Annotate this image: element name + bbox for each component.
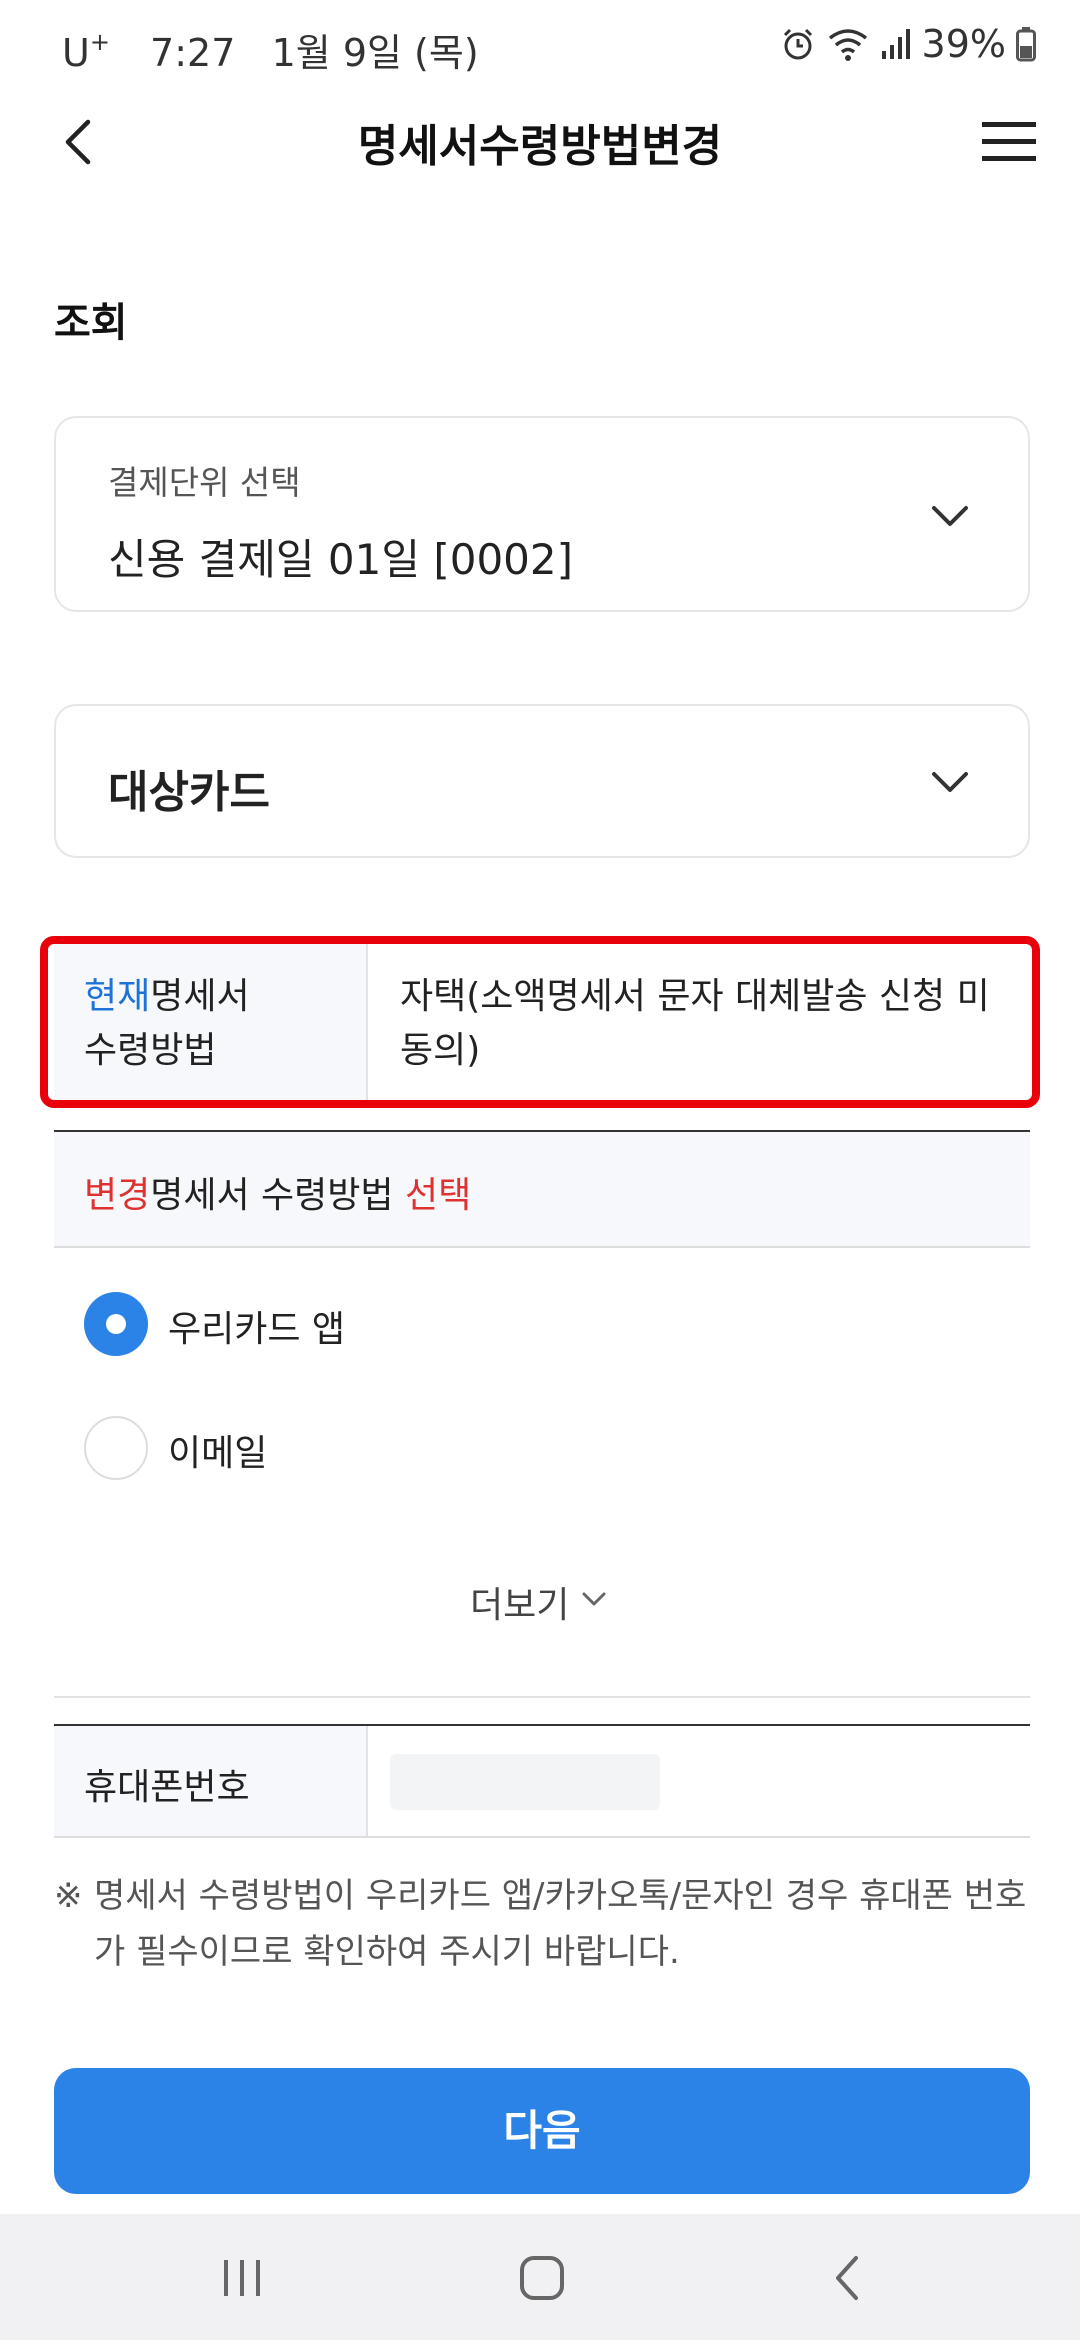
- target-card-value: 대상카드: [108, 767, 270, 818]
- current-highlight: 현재: [84, 976, 151, 1017]
- menu-button[interactable]: [978, 114, 1040, 170]
- back-icon: [836, 2256, 858, 2300]
- phone-row: 휴대폰번호: [54, 1724, 1030, 1838]
- page: U+ 7:27 1월 9일 (목) 39% 명세서수령방법변경 조회 결제단위 …: [0, 0, 1080, 2340]
- phone-label: 휴대폰번호: [54, 1726, 368, 1836]
- home-icon: [520, 2256, 564, 2300]
- divider: [54, 1696, 1030, 1698]
- current-method-header: 현재명세서 수령방법: [54, 944, 368, 1106]
- radio-option-email[interactable]: 이메일: [84, 1414, 684, 1484]
- notice-text: 명세서 수령방법이 우리카드 앱/카카오톡/문자인 경우 휴대폰 번호가 필수이…: [94, 1876, 1027, 1972]
- chevron-down-icon: [932, 772, 968, 792]
- next-button[interactable]: 다음: [54, 2068, 1030, 2194]
- recent-apps-icon: [224, 2260, 260, 2296]
- more-button[interactable]: 더보기: [440, 1570, 640, 1626]
- radio-option-woori-app[interactable]: 우리카드 앱: [84, 1290, 684, 1360]
- signal-icon: [880, 27, 912, 61]
- payment-unit-select[interactable]: 결제단위 선택 신용 결제일 01일 [0002]: [54, 416, 1030, 612]
- app-header: 명세서수령방법변경: [0, 96, 1080, 186]
- system-back-button[interactable]: [818, 2248, 878, 2308]
- target-card-select[interactable]: 대상카드: [54, 704, 1030, 858]
- status-date: 1월 9일 (목): [271, 31, 479, 75]
- payment-unit-label: 결제단위 선택: [108, 463, 301, 502]
- change-method-header: 변경명세서 수령방법 선택: [54, 1130, 1030, 1248]
- battery-percent: 39%: [921, 22, 1006, 66]
- current-header-line2: 수령방법: [84, 1030, 217, 1071]
- page-title: 명세서수령방법변경: [357, 121, 723, 172]
- change-highlight-prefix: 변경: [84, 1175, 151, 1216]
- section-title: 조회: [54, 300, 128, 346]
- home-button[interactable]: [512, 2248, 572, 2308]
- navigation-bar: [0, 2214, 1080, 2340]
- notice-mark: ※: [54, 1876, 83, 1916]
- status-bar: U+ 7:27 1월 9일 (목) 39%: [0, 0, 1080, 96]
- radio-label: 이메일: [168, 1433, 268, 1474]
- status-time: 7:27: [150, 31, 236, 75]
- carrier-label: U+: [62, 28, 110, 75]
- change-header-middle: 명세서 수령방법: [150, 1175, 405, 1216]
- payment-unit-value: 신용 결제일 01일 [0002]: [108, 535, 573, 584]
- radio-unchecked[interactable]: [84, 1416, 148, 1480]
- alarm-icon: [780, 26, 816, 62]
- current-method-value: 자택(소액명세서 문자 대체발송 신청 미동의): [400, 976, 990, 1071]
- more-label: 더보기: [470, 1585, 570, 1626]
- hamburger-menu-icon: [982, 122, 1036, 161]
- battery-icon: [1016, 26, 1036, 62]
- wifi-icon: [826, 26, 870, 62]
- phone-value: [390, 1754, 660, 1810]
- chevron-down-icon: [932, 506, 968, 526]
- status-left: U+ 7:27 1월 9일 (목): [62, 22, 479, 77]
- current-method-row: 현재명세서 수령방법 자택(소액명세서 문자 대체발송 신청 미동의): [54, 942, 1030, 1108]
- current-header-rest: 명세서: [150, 976, 250, 1017]
- chevron-down-icon: [582, 1592, 606, 1606]
- recent-apps-button[interactable]: [212, 2248, 272, 2308]
- radio-checked[interactable]: [84, 1292, 148, 1356]
- status-right: 39%: [780, 22, 1036, 66]
- radio-label: 우리카드 앱: [168, 1309, 346, 1350]
- change-highlight-suffix: 선택: [404, 1175, 472, 1216]
